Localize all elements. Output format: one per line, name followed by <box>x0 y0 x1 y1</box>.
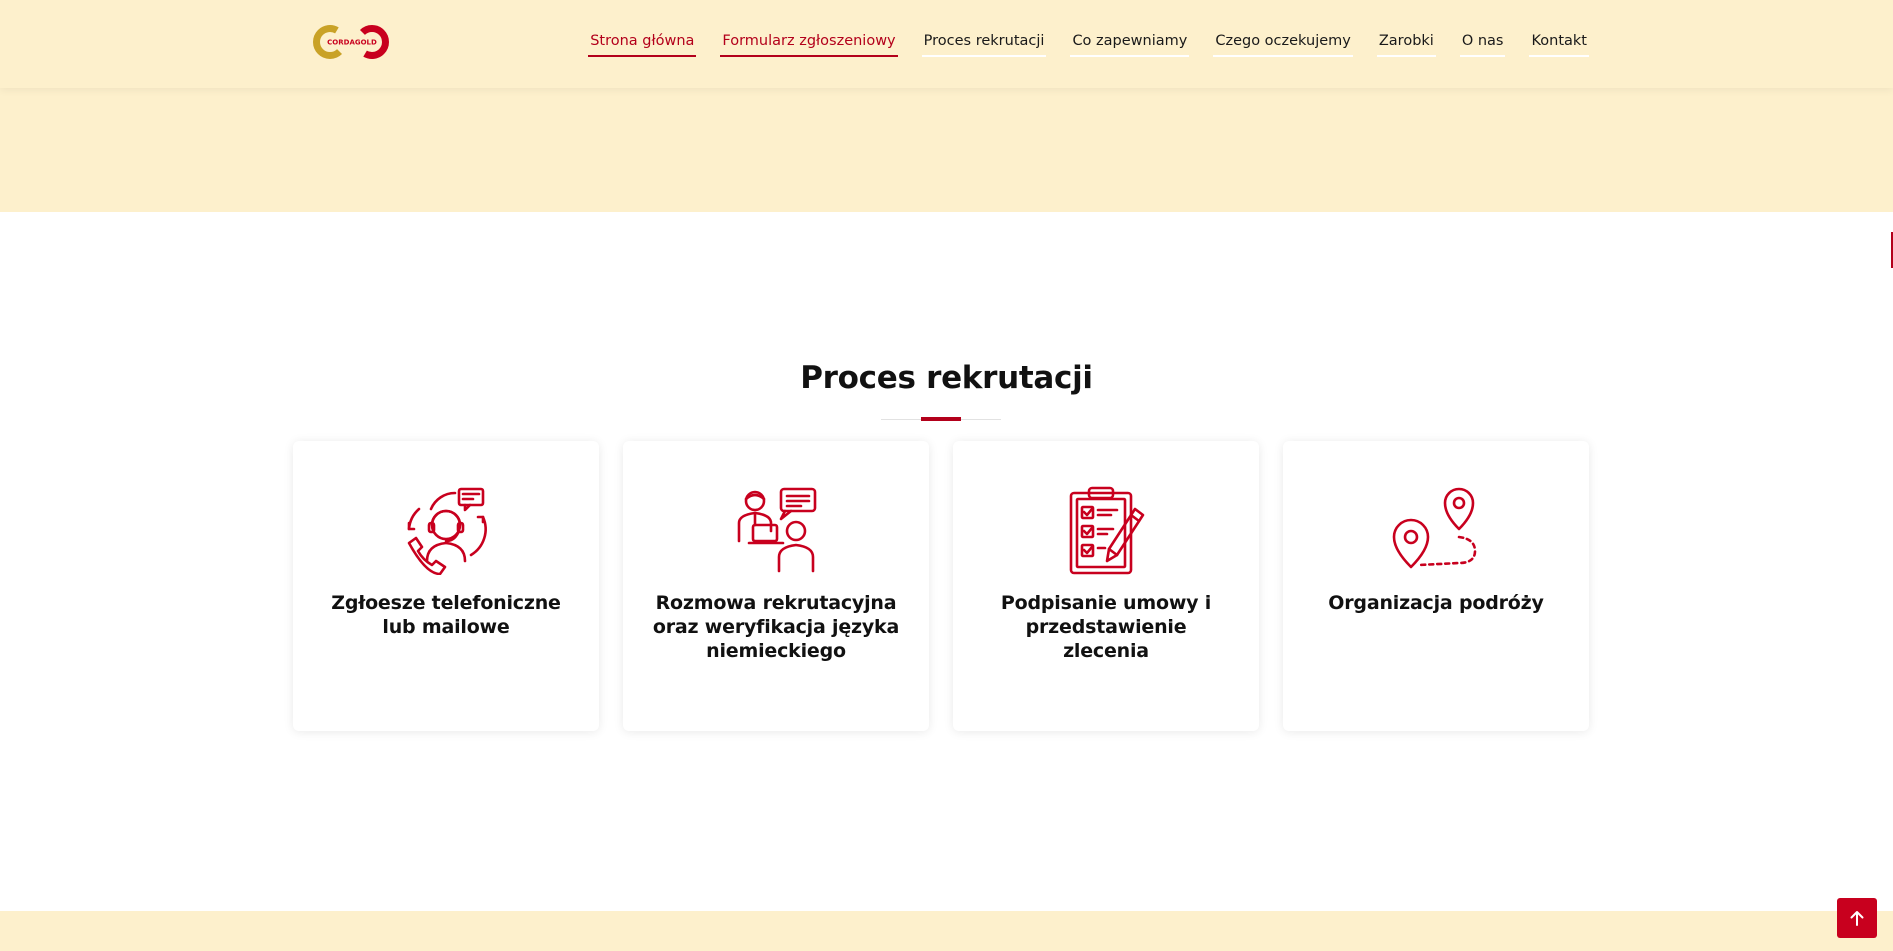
nav-item-proces-rekrutacji[interactable]: Proces rekrutacji <box>921 30 1047 57</box>
nav-item-co-zapewniamy[interactable]: Co zapewniamy <box>1070 30 1190 57</box>
clipboard-checklist-icon <box>1061 485 1151 575</box>
call-center-icon <box>401 485 491 575</box>
card-title: Podpisanie umowy i przedstawienie zlecen… <box>1000 592 1212 662</box>
nav-item-strona-glowna[interactable]: Strona główna <box>588 30 697 57</box>
card-title: Zgłoesze telefoniczne lub mailowe <box>331 592 561 638</box>
footer-strip <box>0 911 1893 951</box>
nav-item-zarobki[interactable]: Zarobki <box>1376 30 1436 57</box>
nav-item-formularz[interactable]: Formularz zgłoszeniowy <box>720 30 898 57</box>
nav-item-o-nas[interactable]: O nas <box>1459 30 1506 57</box>
interview-icon <box>731 485 821 575</box>
process-card: Zgłoesze telefoniczne lub mailowe <box>293 441 599 731</box>
process-card: Organizacja podróży <box>1283 441 1589 731</box>
scroll-to-top-button[interactable] <box>1837 898 1877 938</box>
process-cards: Zgłoesze telefoniczne lub mailowe Rozmow… <box>293 441 1589 731</box>
nav-item-czego-oczekujemy[interactable]: Czego oczekujemy <box>1213 30 1353 57</box>
site-header: CORDAGOLD Strona główna Formularz zgłosz… <box>0 0 1893 88</box>
nav-item-kontakt[interactable]: Kontakt <box>1529 30 1589 57</box>
arrow-up-icon <box>1850 911 1864 926</box>
card-title: Organizacja podróży <box>1328 592 1544 614</box>
map-route-icon <box>1391 485 1481 575</box>
card-title: Rozmowa rekrutacyjna oraz weryfikacja ję… <box>652 592 900 662</box>
process-card: Rozmowa rekrutacyjna oraz weryfikacja ję… <box>623 441 929 731</box>
main-nav: Strona główna Formularz zgłoszeniowy Pro… <box>588 30 1589 57</box>
logo-text: CORDAGOLD <box>327 39 377 47</box>
hero-banner <box>0 88 1893 212</box>
title-divider-accent <box>921 417 961 421</box>
logo[interactable]: CORDAGOLD <box>312 22 392 62</box>
section-title: Proces rekrutacji <box>800 360 1093 396</box>
process-card: Podpisanie umowy i przedstawienie zlecen… <box>953 441 1259 731</box>
